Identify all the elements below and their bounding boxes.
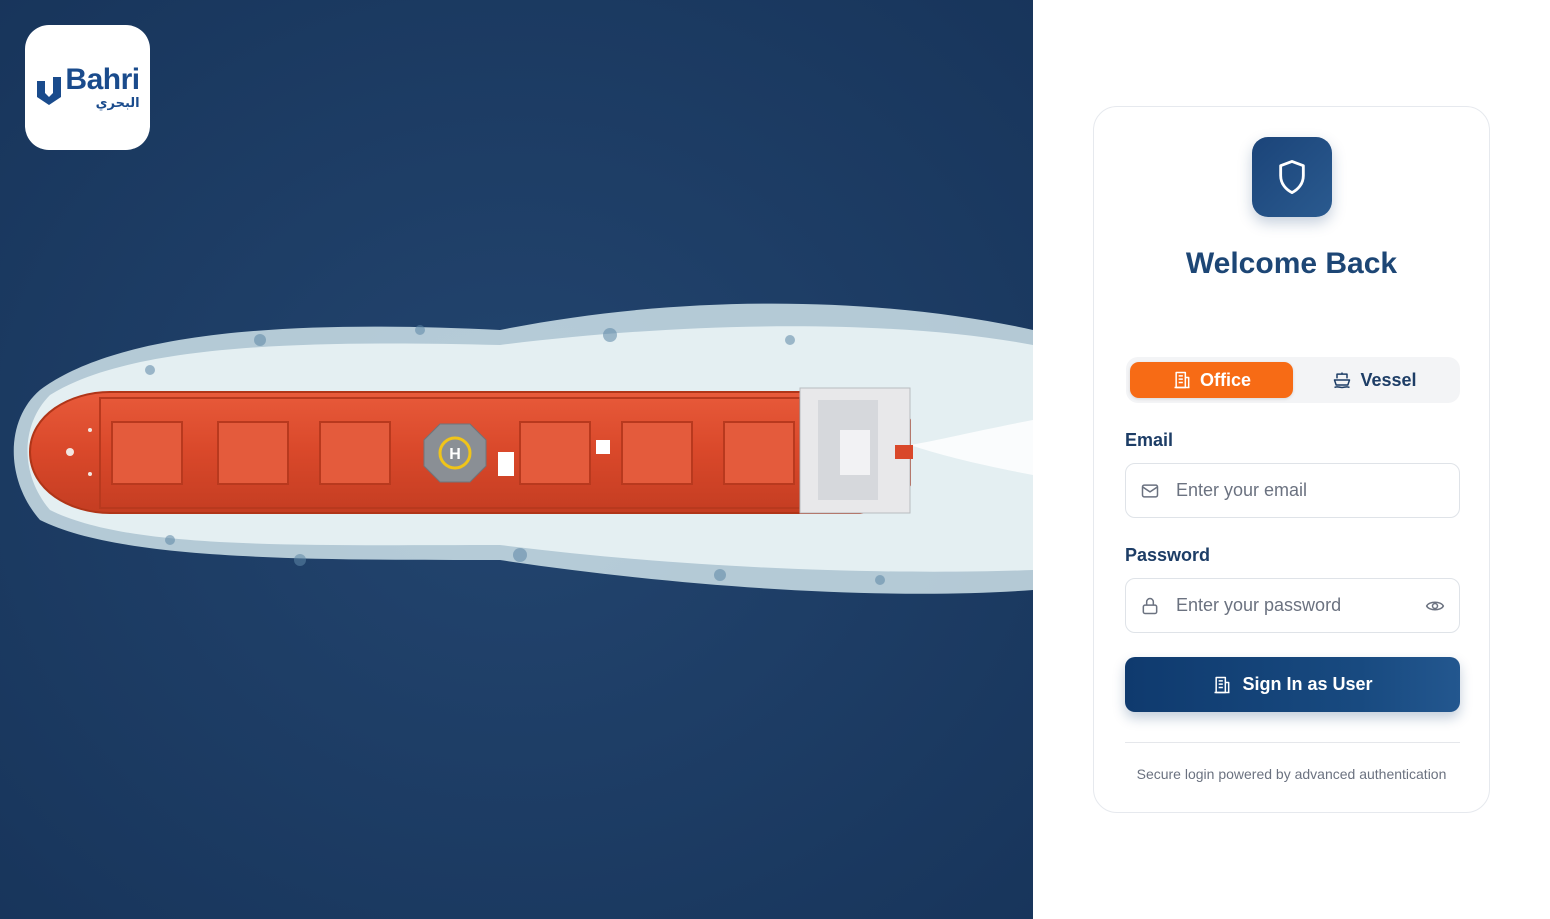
shield-badge	[1252, 137, 1332, 217]
lock-icon	[1142, 597, 1158, 614]
mail-icon	[1141, 483, 1159, 498]
bahri-logo-text-en: Bahri	[65, 63, 140, 96]
building-icon	[1214, 676, 1230, 693]
security-footnote: Secure login powered by advanced authent…	[1136, 766, 1447, 782]
email-label: Email	[1125, 430, 1174, 450]
toggle-password-visibility[interactable]	[1425, 596, 1445, 616]
login-type-tabs: Office Vessel	[1126, 357, 1460, 403]
sign-in-button-label: Sign In as User	[1242, 674, 1373, 694]
page-title: Welcome Back	[1185, 247, 1398, 280]
email-field[interactable]	[1125, 463, 1460, 518]
sign-in-button[interactable]: Sign In as User	[1125, 657, 1460, 712]
password-input[interactable]	[1176, 595, 1425, 616]
eye-icon	[1425, 601, 1445, 610]
hero-panel: H Bahri البحري	[0, 0, 1033, 919]
svg-text:H: H	[449, 446, 461, 463]
tab-vessel[interactable]: Vessel	[1293, 362, 1456, 398]
bahri-logo: Bahri البحري	[25, 25, 150, 150]
building-icon	[1174, 371, 1190, 389]
password-field[interactable]	[1125, 578, 1460, 633]
ship-icon	[1334, 372, 1351, 389]
ship-aerial-image: H	[0, 0, 1033, 919]
tab-vessel-label: Vessel	[1360, 369, 1417, 390]
divider	[1125, 742, 1460, 743]
shield-icon	[1279, 160, 1305, 194]
tab-office[interactable]: Office	[1130, 362, 1293, 398]
password-label: Password	[1125, 545, 1211, 565]
login-card: Welcome Back Office Vessel Email Passwor…	[1093, 106, 1490, 813]
bahri-logo-mark-icon	[37, 76, 62, 105]
bahri-logo-text-ar: البحري	[95, 96, 140, 111]
email-input[interactable]	[1176, 480, 1445, 501]
tab-office-label: Office	[1199, 369, 1251, 390]
